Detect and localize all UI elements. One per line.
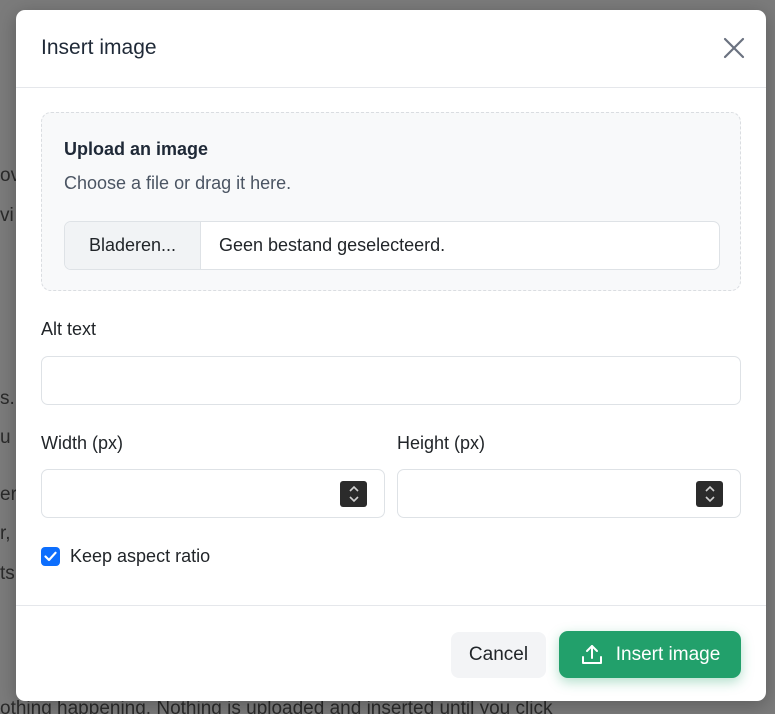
width-field bbox=[41, 469, 385, 518]
upload-title: Upload an image bbox=[64, 139, 209, 159]
background-text: s. bbox=[0, 388, 15, 409]
upload-icon bbox=[581, 644, 602, 664]
height-field bbox=[397, 469, 741, 518]
checkmark-icon bbox=[44, 551, 57, 562]
upload-dropzone[interactable]: Upload an image Choose a file or drag it… bbox=[41, 112, 741, 291]
cancel-button[interactable]: Cancel bbox=[451, 632, 546, 678]
modal-header: Insert image bbox=[16, 10, 766, 88]
height-input[interactable] bbox=[397, 469, 741, 518]
insert-image-button[interactable]: Insert image bbox=[559, 631, 741, 678]
background-text: u bbox=[0, 427, 11, 448]
browse-button[interactable]: Bladeren... bbox=[65, 222, 201, 269]
modal-footer: Cancel Insert image bbox=[16, 605, 766, 701]
file-input[interactable]: Bladeren... Geen bestand geselecteerd. bbox=[64, 221, 720, 270]
background-text: ts bbox=[0, 563, 15, 584]
height-stepper[interactable] bbox=[696, 481, 723, 507]
modal-title: Insert image bbox=[41, 36, 157, 59]
chevron-down-icon bbox=[348, 496, 359, 503]
chevron-up-icon bbox=[704, 485, 715, 492]
keep-aspect-ratio-label[interactable]: Keep aspect ratio bbox=[70, 546, 210, 567]
alt-text-label: Alt text bbox=[41, 319, 97, 339]
background-text: vi bbox=[0, 205, 14, 226]
chevron-up-icon bbox=[348, 485, 359, 492]
width-label: Width (px) bbox=[41, 433, 124, 453]
background-text: er bbox=[0, 484, 17, 505]
alt-text-input[interactable] bbox=[41, 356, 741, 405]
upload-hint: Choose a file or drag it here. bbox=[64, 173, 292, 193]
insert-image-label: Insert image bbox=[615, 643, 721, 665]
chevron-down-icon bbox=[704, 496, 715, 503]
file-status: Geen bestand geselecteerd. bbox=[219, 235, 446, 255]
height-label: Height (px) bbox=[397, 433, 486, 453]
close-icon bbox=[723, 37, 745, 59]
keep-aspect-ratio-checkbox[interactable] bbox=[41, 547, 60, 566]
width-stepper[interactable] bbox=[340, 481, 367, 507]
insert-image-dialog: Insert image Upload an image Choose a fi… bbox=[16, 10, 766, 701]
close-button[interactable] bbox=[722, 36, 746, 60]
width-input[interactable] bbox=[41, 469, 385, 518]
